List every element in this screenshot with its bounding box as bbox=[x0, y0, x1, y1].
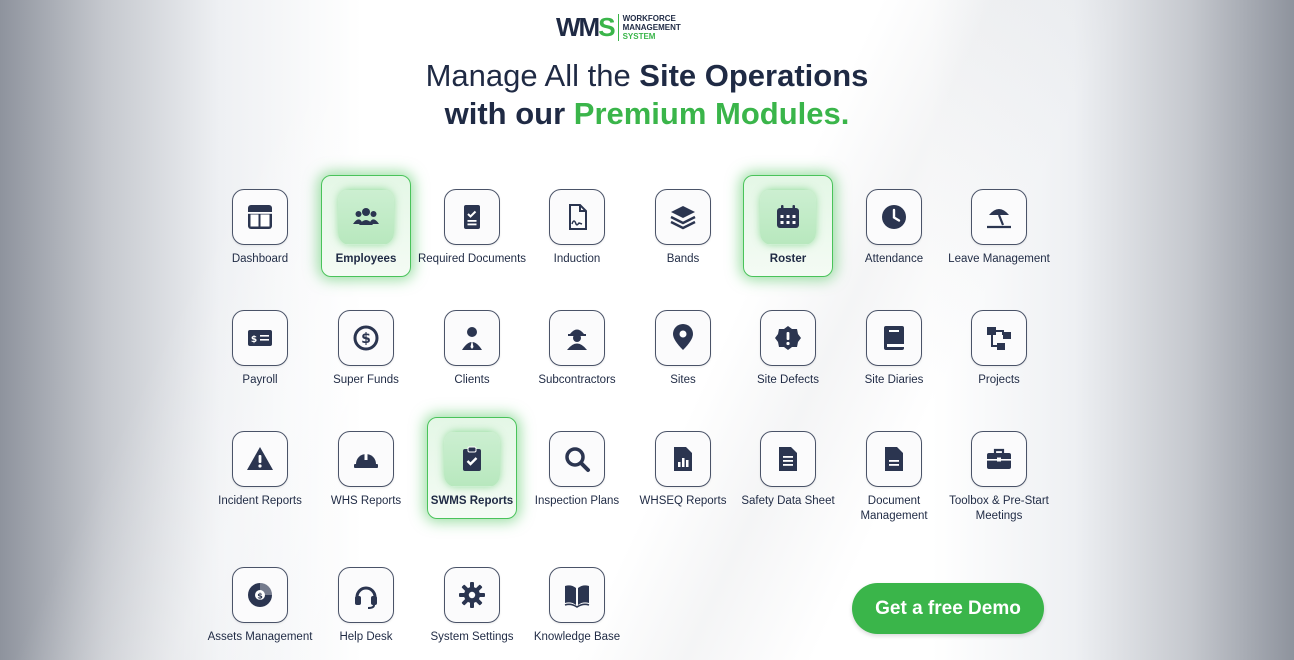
calendar-icon bbox=[760, 189, 816, 245]
title-line1-normal: Manage All the bbox=[425, 58, 640, 93]
logo-mark: WMS bbox=[556, 11, 616, 43]
hard-hat-icon bbox=[338, 431, 394, 487]
dashboard-icon bbox=[232, 189, 288, 245]
client-icon bbox=[444, 310, 500, 366]
project-tree-icon bbox=[971, 310, 1027, 366]
svg-text:$: $ bbox=[251, 335, 257, 345]
logo-letter-m: M bbox=[578, 11, 601, 42]
module-label: Toolbox & Pre-Start Meetings bbox=[949, 495, 1049, 522]
logo-letter-s: S bbox=[598, 11, 615, 42]
payroll-icon: $ bbox=[232, 310, 288, 366]
clock-icon bbox=[866, 189, 922, 245]
headset-icon bbox=[338, 567, 394, 623]
layers-icon bbox=[655, 189, 711, 245]
svg-text:$: $ bbox=[257, 592, 263, 601]
beach-umbrella-icon bbox=[971, 189, 1027, 245]
title-line2-bold: with our bbox=[444, 96, 574, 131]
svg-text:$: $ bbox=[361, 331, 371, 347]
chart-document-icon bbox=[655, 431, 711, 487]
warning-icon bbox=[232, 431, 288, 487]
title-line2-green: Premium Modules. bbox=[573, 96, 850, 131]
wms-logo: WMS WORKFORCE MANAGEMENT SYSTEM bbox=[556, 10, 681, 44]
users-icon bbox=[338, 189, 394, 245]
book-icon bbox=[866, 310, 922, 366]
document-icon bbox=[866, 431, 922, 487]
worker-icon bbox=[549, 310, 605, 366]
alert-badge-icon bbox=[760, 310, 816, 366]
toolbox-icon bbox=[971, 431, 1027, 487]
checklist-icon bbox=[444, 189, 500, 245]
open-book-icon bbox=[549, 567, 605, 623]
magnifier-icon bbox=[549, 431, 605, 487]
get-free-demo-button[interactable]: Get a free Demo bbox=[852, 583, 1044, 634]
clipboard-check-icon bbox=[444, 431, 500, 487]
module-label: Leave Management bbox=[948, 253, 1050, 265]
gear-icon bbox=[444, 567, 500, 623]
module-label: Knowledge Base bbox=[533, 631, 621, 643]
text-document-icon bbox=[760, 431, 816, 487]
logo-line-1: WORKFORCE bbox=[622, 13, 676, 23]
dollar-refresh-icon: $ bbox=[338, 310, 394, 366]
page-title: Manage All the Site Operations with our … bbox=[0, 57, 1294, 133]
logo-text: WORKFORCE MANAGEMENT SYSTEM bbox=[617, 13, 681, 41]
logo-line-2: MANAGEMENT bbox=[622, 22, 681, 32]
title-line1-bold: Site Operations bbox=[639, 58, 869, 93]
signed-document-icon bbox=[549, 189, 605, 245]
logo-letter-w: W bbox=[556, 11, 581, 42]
asset-pie-icon: $ bbox=[232, 567, 288, 623]
logo-line-3: SYSTEM bbox=[622, 31, 656, 41]
map-pin-icon bbox=[655, 310, 711, 366]
module-label: Projects bbox=[978, 374, 1020, 386]
